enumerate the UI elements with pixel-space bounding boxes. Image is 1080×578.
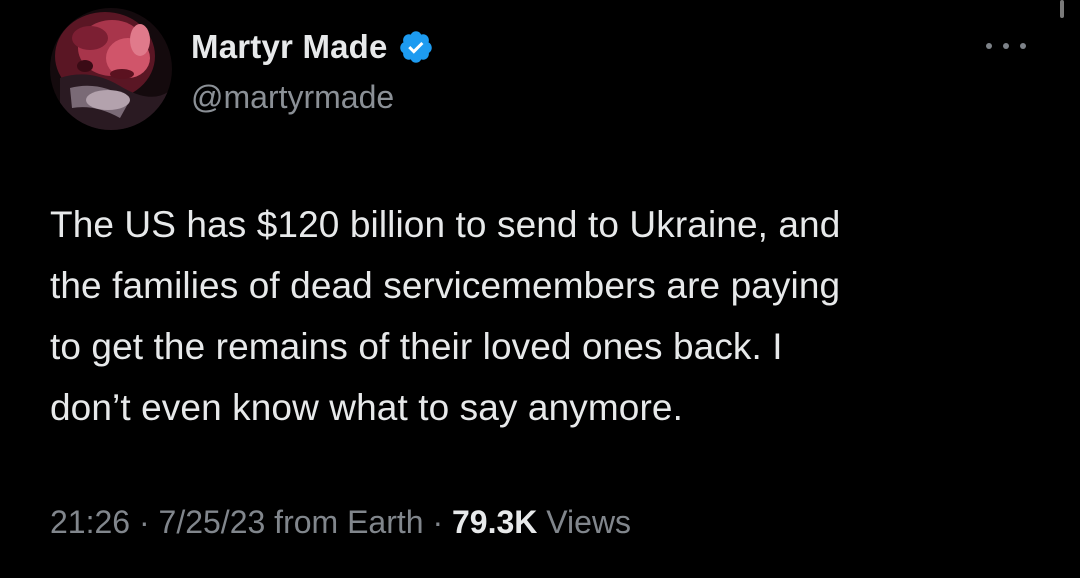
tweet-meta: 21:26 · 7/25/23 from Earth · 79.3K Views — [50, 504, 631, 541]
more-dot — [986, 43, 992, 49]
display-name[interactable]: Martyr Made — [191, 28, 388, 66]
scrollbar-thumb[interactable] — [1060, 0, 1064, 18]
views-label[interactable]: Views — [546, 504, 631, 540]
tweet-text: The US has $120 billion to send to Ukrai… — [50, 194, 1035, 438]
tweet-text-line: The US has $120 billion to send to Ukrai… — [50, 204, 841, 245]
avatar-image — [50, 8, 172, 130]
tweet-header: Martyr Made @martyrmade — [50, 8, 1030, 138]
tweet-text-line: don’t even know what to say anymore. — [50, 387, 683, 428]
more-options-icon[interactable] — [986, 36, 1026, 56]
views-count[interactable]: 79.3K — [452, 504, 537, 540]
tweet-text-line: the families of dead servicemembers are … — [50, 265, 841, 306]
tweet-source: from Earth — [274, 504, 424, 540]
avatar[interactable] — [50, 8, 172, 130]
meta-separator: · — [130, 504, 159, 540]
more-dot — [1003, 43, 1009, 49]
tweet-time[interactable]: 21:26 — [50, 504, 130, 540]
user-handle[interactable]: @martyrmade — [191, 79, 394, 116]
name-row: Martyr Made — [191, 28, 434, 66]
verified-badge-icon — [399, 31, 432, 63]
more-dot — [1020, 43, 1026, 49]
tweet-text-line: to get the remains of their loved ones b… — [50, 326, 783, 367]
meta-separator: · — [423, 504, 452, 540]
tweet-date[interactable]: 7/25/23 — [159, 504, 266, 540]
